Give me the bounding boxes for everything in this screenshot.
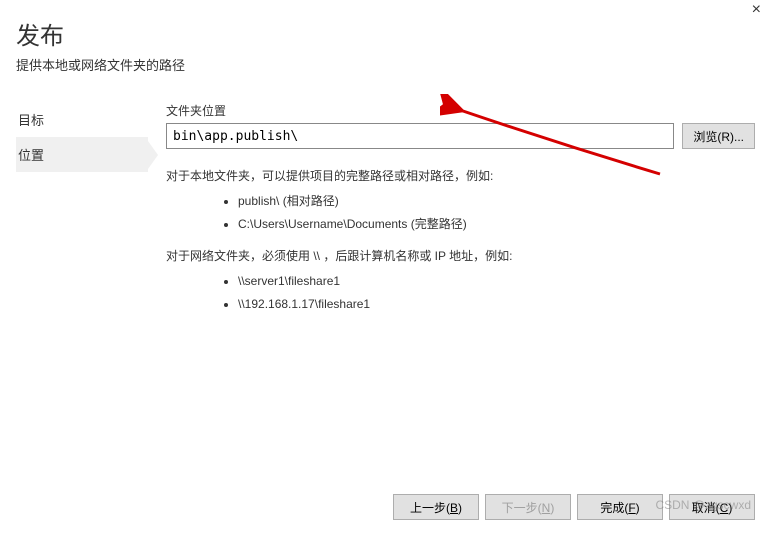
content-area: 目标 位置 文件夹位置 浏览(R)... 对于本地文件夹，可以提供项目的完整路径… bbox=[0, 84, 771, 326]
list-item: \\192.168.1.17\fileshare1 bbox=[238, 293, 755, 316]
cancel-button[interactable]: 取消(C) bbox=[669, 494, 755, 520]
browse-button-label: 浏览(R)... bbox=[693, 130, 744, 144]
folder-input[interactable] bbox=[166, 123, 674, 149]
list-item: \\server1\fileshare1 bbox=[238, 270, 755, 293]
sidebar-item-location[interactable]: 位置 bbox=[16, 137, 148, 172]
prev-button[interactable]: 上一步(B) bbox=[393, 494, 479, 520]
sidebar-item-target[interactable]: 目标 bbox=[16, 102, 148, 137]
browse-button[interactable]: 浏览(R)... bbox=[682, 123, 755, 149]
footer-buttons: 上一步(B) 下一步(N) 完成(F) 取消(C) bbox=[393, 494, 755, 520]
folder-row: 浏览(R)... bbox=[166, 123, 755, 149]
help-text: 对于本地文件夹，可以提供项目的完整路径或相对路径，例如: publish\ (相… bbox=[166, 165, 755, 316]
next-button: 下一步(N) bbox=[485, 494, 571, 520]
list-item: C:\Users\Username\Documents (完整路径) bbox=[238, 213, 755, 236]
main-panel: 文件夹位置 浏览(R)... 对于本地文件夹，可以提供项目的完整路径或相对路径，… bbox=[148, 102, 755, 326]
help-network-intro: 对于网络文件夹，必须使用 \\ ，后跟计算机名称或 IP 地址，例如: bbox=[166, 245, 755, 268]
help-local-list: publish\ (相对路径) C:\Users\Username\Docume… bbox=[166, 190, 755, 236]
folder-label: 文件夹位置 bbox=[166, 102, 755, 119]
page-title: 发布 bbox=[16, 16, 755, 51]
sidebar: 目标 位置 bbox=[16, 102, 148, 326]
close-icon[interactable]: × bbox=[752, 2, 761, 18]
finish-button[interactable]: 完成(F) bbox=[577, 494, 663, 520]
header: 发布 提供本地或网络文件夹的路径 bbox=[0, 0, 771, 84]
help-local-intro: 对于本地文件夹，可以提供项目的完整路径或相对路径，例如: bbox=[166, 165, 755, 188]
list-item: publish\ (相对路径) bbox=[238, 190, 755, 213]
help-network-list: \\server1\fileshare1 \\192.168.1.17\file… bbox=[166, 270, 755, 316]
page-subtitle: 提供本地或网络文件夹的路径 bbox=[16, 55, 755, 74]
